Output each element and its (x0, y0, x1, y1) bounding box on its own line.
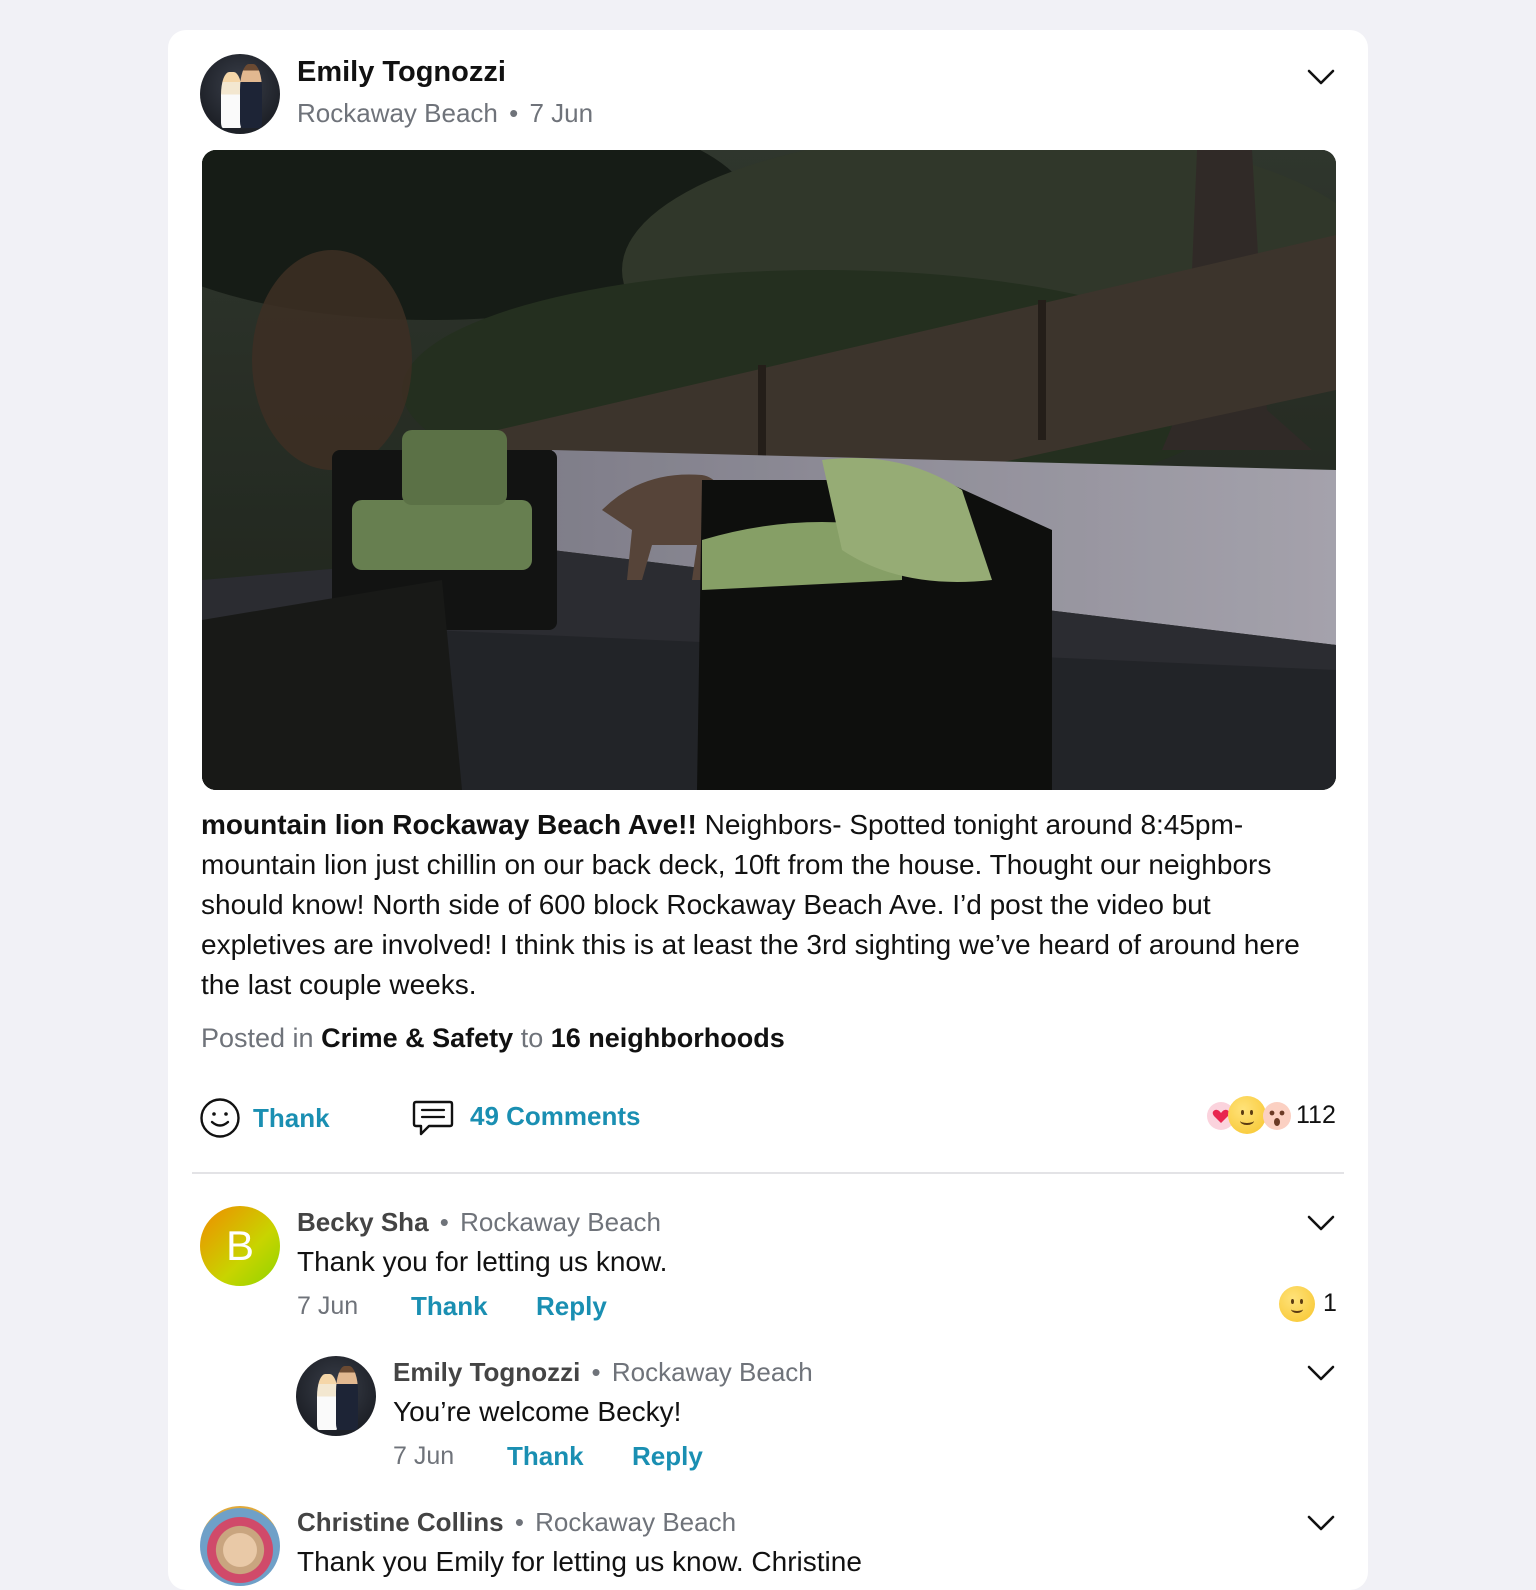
comment-date: 7 Jun (297, 1292, 359, 1320)
commenter-name: Emily Tognozzi • Rockaway Beach (393, 1357, 813, 1388)
post-meta: Rockaway Beach • 7 Jun (297, 98, 593, 129)
chevron-down-icon[interactable] (1306, 62, 1336, 92)
commenter-avatar[interactable] (296, 1356, 376, 1436)
comment-author[interactable]: Christine Collins (297, 1507, 504, 1537)
thank-button[interactable]: Thank (253, 1103, 330, 1134)
post-location[interactable]: Rockaway Beach (297, 98, 498, 128)
commenter-name: Becky Sha • Rockaway Beach (297, 1207, 661, 1238)
commenter-avatar[interactable]: B (200, 1206, 280, 1286)
comment-thank-button[interactable]: Thank (507, 1441, 584, 1472)
comment-location[interactable]: Rockaway Beach (612, 1357, 813, 1387)
speech-bubble-icon[interactable] (411, 1098, 455, 1140)
comment-reply-button[interactable]: Reply (632, 1441, 703, 1472)
chevron-down-icon[interactable] (1306, 1358, 1336, 1388)
comment-text: Thank you Emily for letting us know. Chr… (297, 1546, 862, 1577)
avatar-letter: B (225, 1222, 254, 1269)
commenter-avatar[interactable] (200, 1506, 280, 1586)
post-title: mountain lion Rockaway Beach Ave!! (201, 809, 697, 840)
commenter-name: Christine Collins • Rockaway Beach (297, 1507, 736, 1538)
comment-thank-button[interactable]: Thank (411, 1291, 488, 1322)
smile-emoji-icon (1279, 1286, 1315, 1322)
comment-location[interactable]: Rockaway Beach (460, 1207, 661, 1237)
post-body: mountain lion Rockaway Beach Ave!! Neigh… (201, 805, 1321, 1005)
comment-reaction-count[interactable]: 1 (1323, 1289, 1337, 1318)
post-date: 7 Jun (529, 98, 594, 128)
comment-date: 7 Jun (393, 1442, 455, 1470)
post-card: Emily Tognozzi Rockaway Beach • 7 Jun mo… (168, 30, 1368, 1590)
smiley-outline-icon[interactable] (199, 1097, 241, 1139)
meta-separator: • (591, 1357, 601, 1387)
reaction-count[interactable]: 112 (1296, 1101, 1336, 1130)
comment-location[interactable]: Rockaway Beach (535, 1507, 736, 1537)
surprised-emoji-icon (1263, 1102, 1291, 1130)
comments-button[interactable]: 49 Comments (470, 1101, 641, 1132)
chevron-down-icon[interactable] (1306, 1208, 1336, 1238)
author-name[interactable]: Emily Tognozzi (297, 56, 506, 89)
meta-separator: • (509, 98, 519, 128)
smile-emoji-icon (1228, 1096, 1266, 1134)
to-label: to (520, 1023, 544, 1053)
posted-in-label: Posted in (201, 1023, 314, 1053)
author-avatar[interactable] (200, 54, 280, 134)
comment-reply-button[interactable]: Reply (536, 1291, 607, 1322)
meta-separator: • (514, 1507, 524, 1537)
comment-text: You’re welcome Becky! (393, 1396, 682, 1427)
comment-author[interactable]: Becky Sha (297, 1207, 429, 1237)
comment-author[interactable]: Emily Tognozzi (393, 1357, 580, 1387)
post-image[interactable] (202, 150, 1336, 790)
comment-text: Thank you for letting us know. (297, 1246, 668, 1277)
reactions-summary[interactable]: 112 (1206, 1096, 1346, 1136)
deck-photo (202, 150, 1336, 790)
chevron-down-icon[interactable] (1306, 1508, 1336, 1538)
meta-separator: • (439, 1207, 449, 1237)
category-link[interactable]: Crime & Safety (321, 1023, 513, 1053)
audience-link[interactable]: 16 neighborhoods (551, 1023, 785, 1053)
divider (192, 1172, 1344, 1174)
posted-in: Posted in Crime & Safety to 16 neighborh… (201, 1023, 785, 1054)
